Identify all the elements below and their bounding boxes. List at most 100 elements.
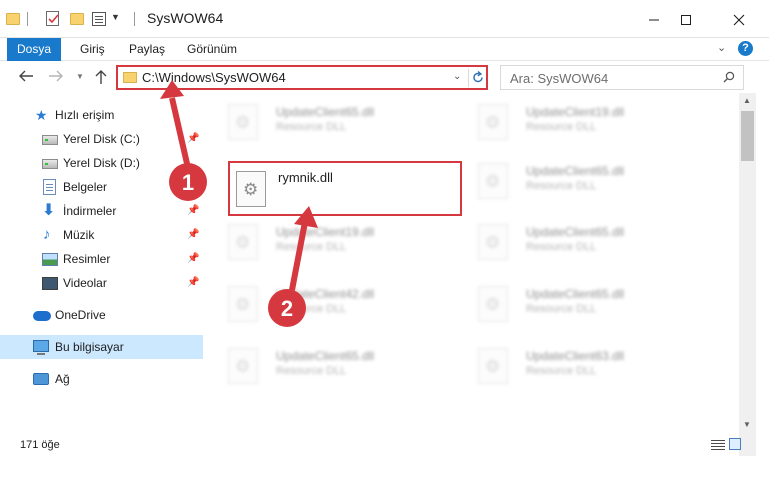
maximize-button[interactable]: [663, 0, 709, 38]
file-list: UpdateClient65.dll Resource DLL rymnik.d…: [210, 93, 739, 433]
file-name: UpdateClient65.dll: [276, 105, 375, 119]
window-title: SysWOW64: [147, 10, 224, 26]
download-icon: ⬇: [42, 202, 56, 219]
tab-share[interactable]: Paylaş: [129, 38, 165, 61]
dll-file-icon: [478, 163, 508, 199]
sidebar-item-label: OneDrive: [55, 308, 106, 322]
file-item[interactable]: UpdateClient65.dll Resource DLL: [460, 157, 690, 205]
sidebar-item-videos[interactable]: Videolar 📌: [0, 271, 203, 295]
sidebar-item-downloads[interactable]: ⬇ İndirmeler 📌: [0, 199, 203, 223]
folder-icon: [6, 13, 20, 25]
pin-icon[interactable]: 📌: [187, 277, 199, 288]
dll-file-icon: [228, 104, 258, 140]
sidebar-item-label: Yerel Disk (D:): [63, 156, 140, 170]
navigation-pane: ★ Hızlı erişim Yerel Disk (C:) 📌 Yerel D…: [0, 93, 210, 433]
file-name: rymnik.dll: [278, 170, 333, 185]
file-name: UpdateClient65.dll: [526, 225, 625, 239]
sidebar-item-local-disk-c[interactable]: Yerel Disk (C:) 📌: [0, 127, 203, 151]
sidebar-item-this-pc[interactable]: Bu bilgisayar: [0, 335, 203, 359]
item-count: 171 öğe: [20, 439, 60, 451]
dll-file-icon: [478, 224, 508, 260]
file-type: Resource DLL: [276, 241, 347, 253]
file-item[interactable]: UpdateClient65.dll Resource DLL: [210, 342, 440, 390]
sidebar-item-documents[interactable]: Belgeler 📌: [0, 175, 203, 199]
dll-file-icon: [228, 224, 258, 260]
chevron-down-icon[interactable]: ▼: [111, 12, 120, 28]
new-folder-icon[interactable]: [70, 13, 84, 25]
dll-file-icon: [228, 348, 258, 384]
tab-file[interactable]: Dosya: [7, 38, 61, 61]
file-item[interactable]: UpdateClient42.dll Resource DLL: [210, 280, 440, 328]
file-type: Resource DLL: [276, 121, 347, 133]
recent-locations-chevron-icon[interactable]: ▼: [76, 72, 86, 88]
search-box[interactable]: Ara: SysWOW64: [500, 65, 744, 90]
up-arrow-icon[interactable]: [94, 69, 112, 85]
computer-icon: [33, 340, 49, 355]
onedrive-cloud-icon: [33, 311, 51, 321]
tab-home[interactable]: Giriş: [80, 38, 105, 61]
dll-file-icon: [236, 171, 266, 207]
details-view-icon[interactable]: [711, 439, 725, 451]
pin-icon[interactable]: 📌: [187, 205, 199, 216]
sidebar-item-label: Hızlı erişim: [55, 108, 115, 122]
sidebar-item-music[interactable]: ♪ Müzik 📌: [0, 223, 203, 247]
sidebar-item-label: Bu bilgisayar: [55, 340, 124, 354]
navigation-bar: ▼ C:\Windows\SysWOW64 ⌄ Ara: SysWOW64: [0, 61, 769, 93]
sidebar-item-local-disk-d[interactable]: Yerel Disk (D:): [0, 151, 203, 175]
file-name: UpdateClient65.dll: [276, 349, 375, 363]
file-item-highlighted[interactable]: rymnik.dll: [228, 161, 462, 216]
tiles-view-icon[interactable]: [729, 438, 741, 450]
customize-toolbar-icon[interactable]: [92, 12, 106, 26]
pin-icon[interactable]: 📌: [187, 253, 199, 264]
pin-icon[interactable]: 📌: [187, 181, 199, 192]
file-item[interactable]: UpdateClient63.dll Resource DLL: [460, 342, 690, 390]
pin-icon[interactable]: 📌: [187, 229, 199, 240]
toolbar-divider: [134, 12, 135, 26]
back-arrow-icon[interactable]: [18, 69, 36, 85]
title-bar: ▼ SysWOW64: [0, 0, 769, 38]
help-icon[interactable]: ?: [738, 41, 753, 56]
toolbar-divider: [27, 12, 28, 26]
window-bottom-edge: [0, 456, 769, 478]
file-item[interactable]: UpdateClient65.dll Resource DLL: [460, 280, 690, 328]
file-name: UpdateClient63.dll: [526, 349, 625, 363]
sidebar-item-onedrive[interactable]: OneDrive: [0, 303, 203, 327]
chevron-down-icon[interactable]: ⌄: [453, 71, 461, 82]
pictures-icon: [42, 253, 58, 266]
file-name: UpdateClient19.dll: [526, 105, 625, 119]
scrollbar-thumb[interactable]: [741, 111, 754, 161]
close-button[interactable]: [716, 0, 762, 38]
sidebar-item-pictures[interactable]: Resimler 📌: [0, 247, 203, 271]
tab-view[interactable]: Görünüm: [187, 38, 237, 61]
file-item[interactable]: UpdateClient65.dll Resource DLL: [210, 98, 440, 146]
file-item[interactable]: UpdateClient19.dll Resource DLL: [210, 218, 440, 266]
vertical-scrollbar[interactable]: ▲ ▼: [739, 93, 756, 456]
file-type: Resource DLL: [276, 303, 347, 315]
file-name: UpdateClient42.dll: [276, 287, 375, 301]
search-input[interactable]: Ara: SysWOW64: [510, 71, 608, 86]
file-type: Resource DLL: [526, 121, 597, 133]
file-item[interactable]: UpdateClient19.dll Resource DLL: [460, 98, 690, 146]
file-name: UpdateClient65.dll: [526, 164, 625, 178]
forward-arrow-icon[interactable]: [48, 69, 66, 85]
pin-icon[interactable]: 📌: [187, 133, 199, 144]
file-item[interactable]: UpdateClient65.dll Resource DLL: [460, 218, 690, 266]
scroll-up-arrow-icon[interactable]: ▲: [743, 96, 751, 105]
sidebar-item-label: Resimler: [63, 252, 111, 266]
refresh-button[interactable]: [468, 69, 486, 87]
properties-check-icon[interactable]: [46, 11, 59, 26]
expand-ribbon-chevron-icon[interactable]: ⌄: [717, 41, 726, 54]
dll-file-icon: [228, 286, 258, 322]
search-icon[interactable]: [723, 71, 735, 86]
sidebar-item-quick-access[interactable]: ★ Hızlı erişim: [0, 103, 203, 127]
file-name: UpdateClient19.dll: [276, 225, 375, 239]
sidebar-item-label: Yerel Disk (C:): [63, 132, 140, 146]
scroll-down-arrow-icon[interactable]: ▼: [743, 420, 751, 429]
videos-icon: [42, 277, 58, 290]
folder-icon: [123, 72, 137, 83]
sidebar-item-network[interactable]: Ağ: [0, 367, 203, 391]
file-type: Resource DLL: [276, 365, 347, 377]
file-type: Resource DLL: [526, 303, 597, 315]
address-path[interactable]: C:\Windows\SysWOW64: [142, 70, 286, 85]
address-bar[interactable]: C:\Windows\SysWOW64 ⌄: [116, 65, 488, 90]
